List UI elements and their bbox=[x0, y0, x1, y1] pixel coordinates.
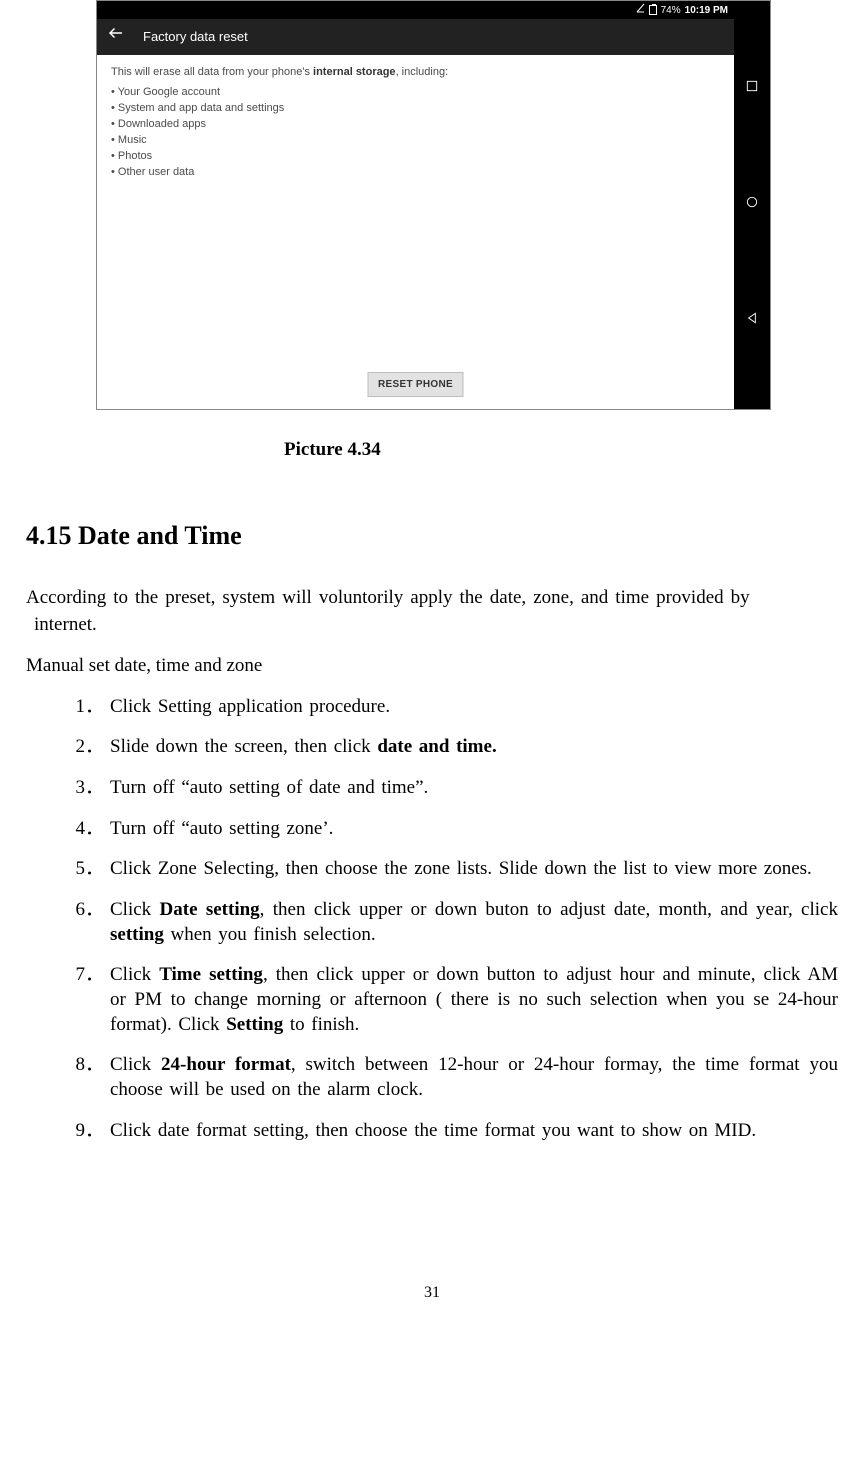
step-text: , then click upper or down buton to adju… bbox=[260, 899, 838, 920]
header-title: Factory data reset bbox=[143, 29, 248, 46]
status-time: 10:19 PM bbox=[685, 4, 728, 17]
list-item: Other user data bbox=[111, 165, 720, 181]
home-icon[interactable] bbox=[744, 193, 760, 218]
step-text: when you finish selection. bbox=[164, 924, 376, 945]
step-number: 1． bbox=[74, 695, 104, 720]
step-text: Date setting bbox=[160, 899, 260, 920]
step-item: 2． Slide down the screen, then click date… bbox=[74, 735, 838, 760]
intro-text: This will erase all data from your phone… bbox=[111, 65, 720, 79]
step-number: 4． bbox=[74, 817, 104, 842]
step-item: 6． Click Date setting, then click upper o… bbox=[74, 898, 838, 947]
phone-main-area: 74% 10:19 PM Factory data reset This wil… bbox=[97, 1, 734, 409]
step-item: 1． Click Setting application procedure. bbox=[74, 695, 838, 720]
step-number: 8． bbox=[74, 1053, 104, 1078]
sim-icon bbox=[636, 3, 645, 17]
content-area: This will erase all data from your phone… bbox=[97, 55, 734, 409]
intro-paragraph: According to the preset, system will vol… bbox=[26, 586, 838, 611]
page-number: 31 bbox=[26, 1283, 838, 1304]
step-item: 5． Click Zone Selecting, then choose the … bbox=[74, 857, 838, 882]
step-text: Turn off “auto setting of date and time”… bbox=[110, 777, 428, 798]
step-text: Click Zone Selecting, then choose the zo… bbox=[110, 858, 812, 879]
step-number: 5． bbox=[74, 857, 104, 882]
intro-suffix: , including: bbox=[396, 66, 449, 78]
figure-caption: Picture 4.34 bbox=[284, 438, 838, 463]
nav-rail bbox=[734, 1, 770, 409]
step-text: Turn off “auto setting zone’. bbox=[110, 818, 333, 839]
battery-percent: 74% bbox=[661, 4, 681, 17]
battery-icon bbox=[649, 5, 657, 15]
step-text: date and time. bbox=[377, 736, 496, 757]
intro-bold: internal storage bbox=[313, 66, 396, 78]
steps-list: 1． Click Setting application procedure. 2．… bbox=[74, 695, 838, 1144]
step-number: 9． bbox=[74, 1119, 104, 1144]
step-text: to finish. bbox=[283, 1014, 359, 1035]
section-heading: 4.15 Date and Time bbox=[26, 519, 838, 553]
manual-intro: Manual set date, time and zone bbox=[26, 654, 838, 679]
step-text: Click Setting application procedure. bbox=[110, 696, 390, 717]
step-text: 24-hour format bbox=[161, 1054, 291, 1075]
step-number: 6． bbox=[74, 898, 104, 923]
app-header: Factory data reset bbox=[97, 19, 734, 55]
list-item: System and app data and settings bbox=[111, 101, 720, 117]
step-item: 4． Turn off “auto setting zone’. bbox=[74, 817, 838, 842]
list-item: Your Google account bbox=[111, 85, 720, 101]
step-item: 8．Click 24-hour format, switch between 1… bbox=[74, 1053, 838, 1102]
step-item: 3． Turn off “auto setting of date and tim… bbox=[74, 776, 838, 801]
step-item: 9． Click date format setting, then choose… bbox=[74, 1119, 838, 1144]
step-text: Click bbox=[110, 1054, 161, 1075]
list-item: Downloaded apps bbox=[111, 117, 720, 133]
step-text: Click date format setting, then choose t… bbox=[110, 1120, 756, 1141]
intro-paragraph-cont: internet. bbox=[26, 613, 838, 638]
step-number: 2． bbox=[74, 735, 104, 760]
bullet-list: Your Google account System and app data … bbox=[111, 85, 720, 181]
step-text: Click bbox=[110, 964, 159, 985]
step-text: Setting bbox=[226, 1014, 283, 1035]
intro-prefix: This will erase all data from your phone… bbox=[111, 66, 313, 78]
step-item: 7．Click Time setting, then click upper o… bbox=[74, 963, 838, 1037]
back-arrow-icon[interactable] bbox=[107, 24, 125, 50]
list-item: Music bbox=[111, 133, 720, 149]
list-item: Photos bbox=[111, 149, 720, 165]
step-text: Time setting bbox=[159, 964, 263, 985]
step-text: Slide down the screen, then click bbox=[110, 736, 377, 757]
back-nav-icon[interactable] bbox=[744, 309, 760, 334]
step-text: Click bbox=[110, 899, 160, 920]
embedded-screenshot: 74% 10:19 PM Factory data reset This wil… bbox=[96, 0, 771, 410]
step-number: 7． bbox=[74, 963, 104, 988]
status-bar: 74% 10:19 PM bbox=[97, 1, 734, 19]
recent-apps-icon[interactable] bbox=[744, 77, 760, 102]
step-number: 3． bbox=[74, 776, 104, 801]
reset-phone-button[interactable]: RESET PHONE bbox=[367, 372, 464, 397]
step-text: setting bbox=[110, 924, 164, 945]
